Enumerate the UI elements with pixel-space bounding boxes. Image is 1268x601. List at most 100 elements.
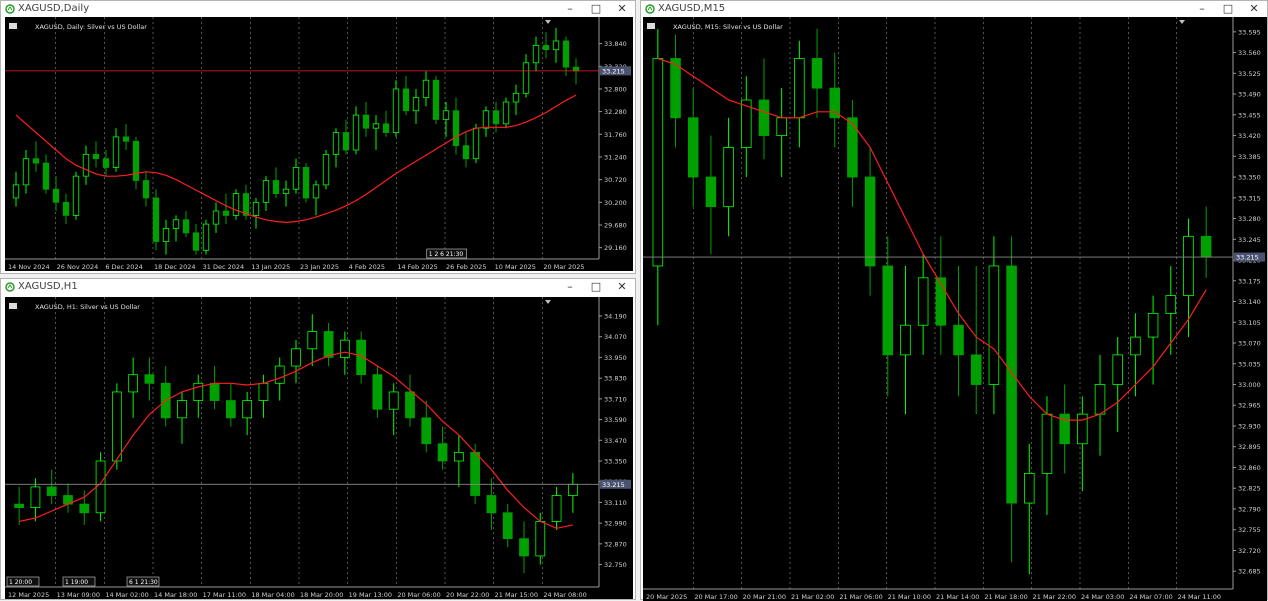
candle-body <box>392 88 400 133</box>
price-tick-label: 33.350 <box>1238 174 1261 182</box>
price-tick-label: 33.000 <box>1238 381 1261 389</box>
price-tick-label: 33.420 <box>1238 132 1261 140</box>
price-chart[interactable]: 14 Nov 2024 26 Nov 2024 6 Dec 2024 18 Dec 2… <box>5 17 633 271</box>
price-tick-label: 33.525 <box>1238 70 1261 78</box>
candle-body <box>262 180 270 203</box>
time-label: 10 Mar 2025 <box>495 263 536 271</box>
chart-window-icon <box>645 4 655 14</box>
chart-window-h1[interactable]: XAGUSD,H1 – □ ✕ 12 Mar 2025 13 Mar 09:00 1… <box>0 278 636 600</box>
candle-body <box>532 44 540 64</box>
candle <box>322 149 330 190</box>
price-tick-label: 29.160 <box>604 244 627 252</box>
candle <box>95 452 106 522</box>
price-tick-label: 33.830 <box>604 375 627 383</box>
minimize-button[interactable]: – <box>557 279 583 295</box>
price-tick-label: 32.860 <box>1238 464 1261 472</box>
chart-subtitle: XAGUSD, H1: Silver vs US Dollar <box>35 303 140 311</box>
candle-body <box>522 62 530 94</box>
price-tick-label: 31.760 <box>604 131 627 139</box>
price-chart[interactable]: 20 Mar 2025 20 Mar 17:00 20 Mar 21:00 21 Ma… <box>643 17 1267 601</box>
candle-body <box>482 110 490 129</box>
candle-body <box>462 145 470 160</box>
current-price-tag: 33.215 <box>602 67 625 75</box>
window-titlebar[interactable]: XAGUSD,M15 – □ ✕ <box>641 1 1267 17</box>
candle-body <box>72 175 80 216</box>
maximize-button[interactable]: □ <box>583 1 609 17</box>
candle-body <box>519 538 529 557</box>
current-price-tag: 33.215 <box>602 481 625 489</box>
price-tick-label: 33.140 <box>1238 298 1261 306</box>
candle-body <box>811 58 823 89</box>
chart-window-icon <box>5 4 15 14</box>
candle-body <box>82 153 90 177</box>
candle-body <box>551 495 562 522</box>
candle <box>472 123 480 164</box>
current-price-tag: 33.215 <box>1236 254 1259 262</box>
candle-body <box>122 136 130 142</box>
price-tick-label: 32.870 <box>604 540 627 548</box>
price-tick-label: 32.930 <box>1238 422 1261 430</box>
candle-body <box>192 232 200 251</box>
time-label: 14 Mar 02:00 <box>105 591 148 599</box>
window-titlebar[interactable]: XAGUSD,H1 – □ ✕ <box>1 279 635 295</box>
candle-body <box>412 97 420 112</box>
window-titlebar[interactable]: XAGUSD,Daily – □ ✕ <box>1 1 635 17</box>
price-tick-label: 32.990 <box>604 520 627 528</box>
candle-body <box>232 193 240 216</box>
time-label: 18 Mar 20:00 <box>300 591 343 599</box>
candle-body <box>452 110 460 147</box>
candle <box>302 163 310 203</box>
time-label: 14 Nov 2024 <box>8 263 50 271</box>
minimize-button[interactable]: – <box>1189 1 1215 17</box>
price-tick-label: 33.105 <box>1238 319 1261 327</box>
candle-body <box>225 400 236 419</box>
price-tick-label: 33.490 <box>1238 91 1261 99</box>
candle-body <box>291 348 301 367</box>
candle-body <box>132 140 140 181</box>
time-label: 6 Dec 2024 <box>105 263 142 271</box>
chart-subtitle: XAGUSD, M15: Silver vs US Dollar <box>673 23 783 31</box>
candle-body <box>339 339 350 358</box>
candle-body <box>372 374 383 410</box>
close-button[interactable]: ✕ <box>1241 1 1267 17</box>
maximize-button[interactable]: □ <box>583 279 609 295</box>
price-tick-label: 32.825 <box>1238 485 1261 493</box>
candle-body <box>342 132 350 151</box>
candle-body <box>52 188 60 203</box>
candle-body <box>535 521 546 557</box>
candle-body <box>222 210 230 216</box>
candle-body <box>502 101 510 125</box>
candle-body <box>274 365 285 384</box>
price-tick-label: 32.800 <box>604 85 627 93</box>
symbol-flag-icon <box>647 23 655 29</box>
candle-body <box>252 201 260 216</box>
close-button[interactable]: ✕ <box>609 1 635 17</box>
candle-body <box>512 92 520 103</box>
price-tick-label: 32.280 <box>604 108 627 116</box>
candle-body <box>1130 336 1141 356</box>
candle-body <box>362 114 370 129</box>
time-label: 26 Feb 2025 <box>446 263 486 271</box>
chart-window-m15[interactable]: XAGUSD,M15 – □ ✕ 20 Mar 2025 20 Mar 17:00… <box>640 0 1268 601</box>
maximize-button[interactable]: □ <box>1215 1 1241 17</box>
candle-body <box>258 382 269 401</box>
chart-svg: 14 Nov 2024 26 Nov 2024 6 Dec 2024 18 Dec 2… <box>5 17 633 271</box>
candle-body <box>1112 354 1123 385</box>
candle-body <box>1165 295 1177 314</box>
candle-body <box>242 400 253 419</box>
candle-body <box>829 87 840 119</box>
price-tick-label: 33.950 <box>604 354 627 362</box>
price-tick-label: 33.280 <box>1238 215 1261 223</box>
price-chart[interactable]: 12 Mar 2025 13 Mar 09:00 14 Mar 02:00 14 Ma… <box>5 297 633 599</box>
minimize-button[interactable]: – <box>557 1 583 17</box>
candle-body <box>312 184 320 199</box>
price-tick-label: 32.895 <box>1238 443 1261 451</box>
candle <box>502 97 510 129</box>
close-button[interactable]: ✕ <box>609 279 635 295</box>
candle-body <box>307 331 318 350</box>
candle-body <box>242 193 250 216</box>
chart-window-daily[interactable]: XAGUSD,Daily – □ ✕ 14 Nov 2024 26 Nov 202… <box>0 0 636 274</box>
time-label: 14 Feb 2025 <box>397 263 437 271</box>
price-tick-label: 33.350 <box>604 457 627 465</box>
period-marker: 1 2 6 21:30 <box>429 251 464 258</box>
